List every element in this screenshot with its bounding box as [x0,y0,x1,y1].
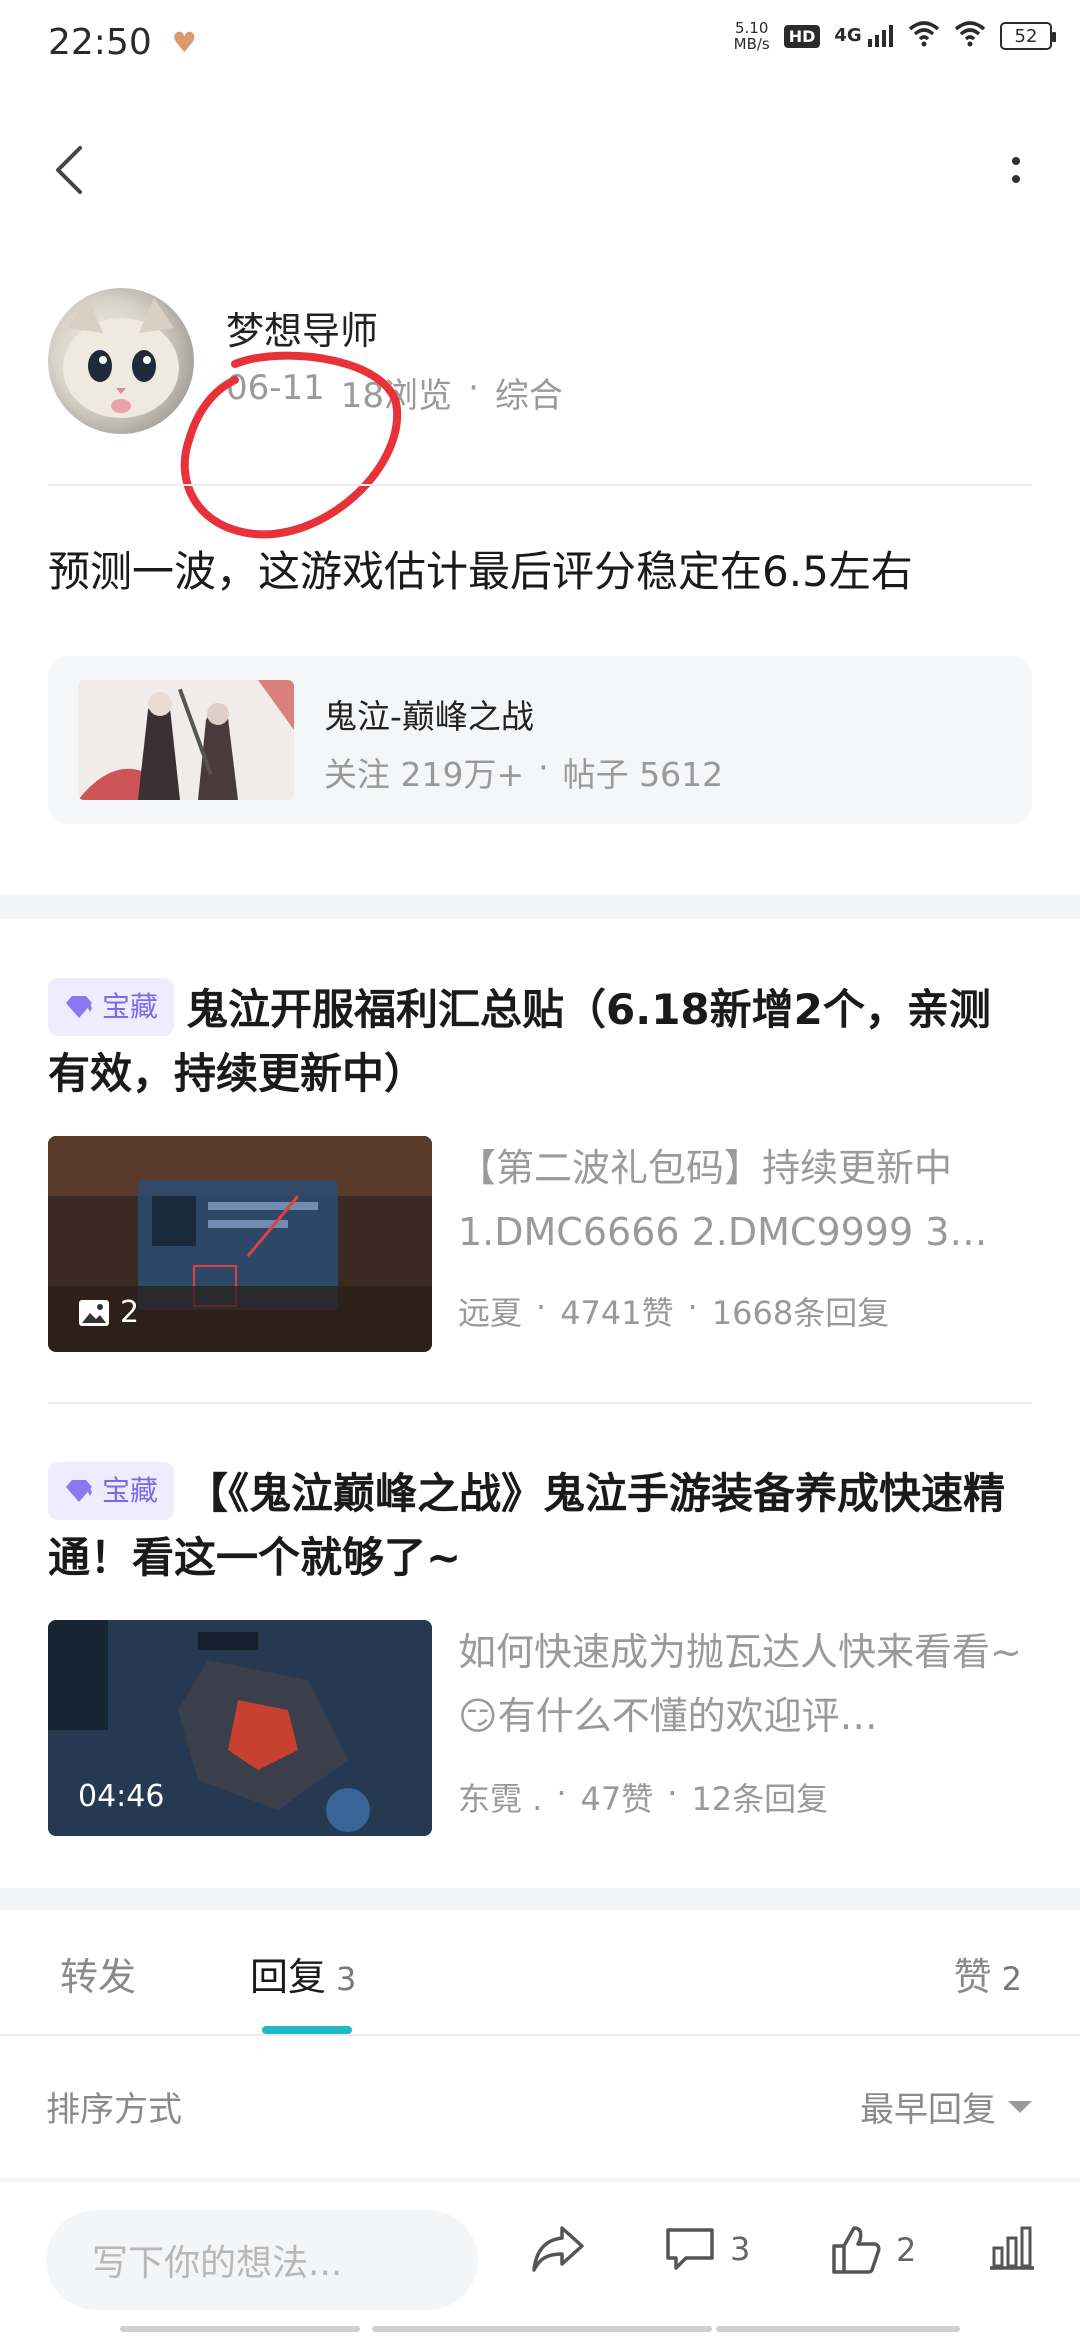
post-author: 远夏 [458,1294,523,1332]
more-dot-icon [1012,157,1020,165]
reply-count: 1668条回复 [711,1294,890,1332]
top-nav [0,130,1080,210]
recommended-post-title: 宝藏 【《鬼泣巅峰之战》鬼泣手游装备养成快速精通！看这一个就够了~ [48,1461,1032,1590]
recommended-post[interactable]: 宝藏 【《鬼泣巅峰之战》鬼泣手游装备养成快速精通！看这一个就够了~ 04:46 … [48,1461,1032,1842]
stats-button[interactable] [988,2224,1036,2270]
avatar[interactable] [48,288,194,434]
tab-like[interactable]: 赞2 [954,1946,1022,2001]
home-indicator [372,2326,712,2332]
post-category[interactable]: 综合 [495,368,563,417]
interaction-tabs: 转发 回复 3 赞2 [0,1910,1080,2036]
game-stats: 关注 219万+ · 帖子 5612 [324,748,723,796]
post-count: 帖子 5612 [562,755,724,794]
more-options-button[interactable] [996,138,1036,202]
sort-row: 排序方式 最早回复 [0,2038,1080,2178]
battery-icon: 52 [1000,22,1056,50]
follow-count: 关注 219万+ [324,755,525,794]
post-author: 东霓 . [458,1780,543,1818]
status-icons: 5.10 MB/s HD 4G 52 [733,19,1056,53]
recommended-post-title: 宝藏 鬼泣开服福利汇总贴（6.18新增2个，亲测有效，持续更新中） [48,977,1032,1106]
author-name[interactable]: 梦想导师 [226,300,378,355]
divider [48,484,1032,486]
cellular-signal-icon: 4G [834,25,894,47]
treasure-tag: 宝藏 [48,977,175,1036]
post-body: 预测一波，这游戏估计最后评分稳定在6.5左右 [48,547,913,596]
recommended-post-meta: 东霓 . · 47赞 · 12条回复 [458,1774,829,1818]
like-count: 47赞 [580,1780,654,1818]
treasure-tag: 宝藏 [48,1461,175,1520]
caret-down-icon [1008,2100,1032,2113]
sort-dropdown[interactable]: 最早回复 [860,2082,1032,2131]
comment-bubble-icon [666,2228,714,2270]
back-button[interactable] [44,138,94,202]
share-button[interactable] [530,2224,586,2274]
active-tab-indicator [262,2026,352,2034]
more-dot-icon [1012,175,1020,183]
thumbs-up-icon [832,2226,881,2274]
sparkle-diamond-icon [66,995,92,1018]
image-count-badge: 2 [78,1295,139,1330]
red-annotation-circle [180,351,402,539]
status-time: 22:50 [48,21,152,63]
tab-reply[interactable]: 回复 3 [250,1946,356,2001]
net-speed: 5.10 MB/s [733,19,770,53]
reply-count: 12条回复 [691,1780,829,1818]
recommended-post-excerpt: 【第二波礼包码】持续更新中 1.DMC6666 2.DMC9999 3… [458,1146,988,1254]
recommended-post-video-thumbnail: 04:46 [48,1620,432,1836]
divider [48,1402,1032,1404]
sort-label: 排序方式 [46,2090,182,2130]
recommended-post[interactable]: 宝藏 鬼泣开服福利汇总贴（6.18新增2个，亲测有效，持续更新中） 2 【第二波… [48,977,1032,1358]
tab-repost[interactable]: 转发 [60,1946,136,2001]
status-bar: 22:50 ♥ 5.10 MB/s HD 4G 52 [0,0,1080,84]
hd-icon: HD [783,24,821,48]
section-separator [0,895,1080,919]
wifi-icon-2 [954,21,986,51]
game-card[interactable]: 鬼泣-巅峰之战 关注 219万+ · 帖子 5612 [48,656,1032,824]
chevron-left-icon [56,146,82,194]
recommended-post-thumbnail: 2 [48,1136,432,1352]
meta-separator: · [468,368,479,408]
like-button[interactable]: 2 [830,2224,916,2276]
comment-button[interactable]: 3 [664,2224,750,2274]
health-heart-icon: ♥ [171,25,197,59]
like-count: 4741赞 [560,1294,674,1332]
recommended-post-excerpt: 如何快速成为抛瓦达人快来看看~😏有什么不懂的欢迎评… [458,1630,1022,1738]
image-icon [79,1299,109,1326]
wifi-icon [908,21,940,51]
game-name: 鬼泣-巅峰之战 [324,697,534,736]
sparkle-diamond-icon [66,1479,92,1502]
share-arrow-icon [532,2226,584,2272]
bottom-action-bar: 写下你的想法... 3 2 [0,2182,1080,2340]
home-indicator [716,2326,960,2332]
stats-separator: · [538,748,549,787]
comment-input[interactable]: 写下你的想法... [46,2210,478,2310]
bar-chart-icon [990,2226,1034,2270]
section-separator [0,1888,1080,1910]
video-duration-badge: 04:46 [78,1779,165,1814]
home-indicator [120,2326,360,2332]
recommended-post-meta: 远夏 · 4741赞 · 1668条回复 [458,1288,890,1332]
game-thumbnail [78,680,294,800]
